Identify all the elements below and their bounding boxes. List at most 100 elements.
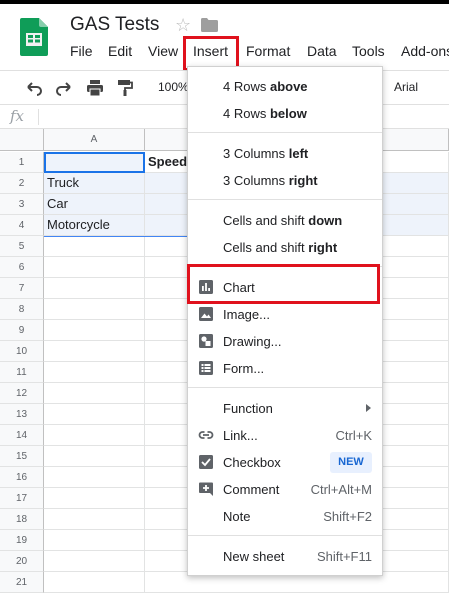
row-header[interactable]: 1 [0,152,44,173]
checkbox-label: Checkbox [223,455,281,470]
grid-cell[interactable] [44,236,145,257]
grid-cell[interactable] [44,446,145,467]
row-header[interactable]: 3 [0,194,44,215]
menu-item-checkbox[interactable]: Checkbox NEW [188,449,382,475]
row-header[interactable]: 12 [0,383,44,404]
select-all-corner[interactable] [0,129,44,151]
drawing-label: Drawing... [223,334,282,349]
menu-item-image[interactable]: Image... [188,301,382,327]
document-title[interactable]: GAS Tests [70,14,159,36]
menu-item-cells-shift-down[interactable]: Cells and shift down [188,207,382,233]
chart-menu-highlight [187,264,380,304]
row-header[interactable]: 2 [0,173,44,194]
menu-item-form[interactable]: Form... [188,355,382,381]
row-header[interactable]: 5 [0,236,44,257]
rows-above-prefix: 4 Rows [223,79,270,94]
comment-shortcut: Ctrl+Alt+M [310,482,372,497]
row-header[interactable]: 8 [0,299,44,320]
menu-item-drawing[interactable]: Drawing... [188,328,382,354]
menu-item-rows-above[interactable]: 4 Rows above [188,73,382,99]
rows-below-prefix: 4 Rows [223,106,270,121]
undo-icon[interactable] [25,79,43,97]
paint-format-icon[interactable] [116,79,134,97]
zoom-select[interactable]: 100% [158,80,189,94]
window-top-edge [0,0,449,4]
menu-item-function[interactable]: Function [188,395,382,421]
row-header[interactable]: 9 [0,320,44,341]
row-header[interactable]: 14 [0,425,44,446]
row-header[interactable]: 4 [0,215,44,236]
row-header[interactable]: 17 [0,488,44,509]
menu-item-link[interactable]: Link... Ctrl+K [188,422,382,448]
grid-cell[interactable] [44,530,145,551]
shift-right-prefix: Cells and shift [223,240,309,255]
menu-item-columns-left[interactable]: 3 Columns left [188,140,382,166]
grid-cell[interactable] [44,404,145,425]
menu-view[interactable]: View [148,43,178,59]
grid-cell[interactable] [44,467,145,488]
sheets-logo-icon[interactable] [20,18,48,56]
menu-item-new-sheet[interactable]: New sheet Shift+F11 [188,543,382,569]
drawing-icon [199,334,213,348]
link-label: Link... [223,428,258,443]
grid-cell[interactable] [44,425,145,446]
star-icon[interactable]: ☆ [175,15,191,36]
comment-icon [199,482,213,496]
print-icon[interactable] [86,79,104,97]
function-label: Function [223,401,273,416]
image-label: Image... [223,307,270,322]
grid-cell[interactable] [44,509,145,530]
column-header-a[interactable]: A [44,129,145,151]
menu-item-note[interactable]: Note Shift+F2 [188,503,382,529]
grid-cell[interactable] [44,572,145,593]
row-header[interactable]: 7 [0,278,44,299]
grid-cell[interactable] [44,299,145,320]
image-icon [199,307,213,321]
rows-above-bold: above [269,79,308,94]
menu-item-rows-below[interactable]: 4 Rows below [188,100,382,126]
menu-data[interactable]: Data [307,43,337,59]
menu-item-columns-right[interactable]: 3 Columns right [188,167,382,193]
row-header[interactable]: 6 [0,257,44,278]
note-label: Note [223,509,251,524]
grid-cell[interactable] [44,257,145,278]
menu-file[interactable]: File [70,43,93,59]
menu-separator [188,199,382,200]
row-header[interactable]: 16 [0,467,44,488]
columns-right-prefix: 3 Columns [223,173,289,188]
submenu-arrow-icon [366,404,371,412]
row-header[interactable]: 18 [0,509,44,530]
font-select[interactable]: Arial [394,80,418,94]
fx-icon: fx [10,107,25,125]
row-header[interactable]: 11 [0,362,44,383]
redo-icon[interactable] [55,79,73,97]
menu-item-comment[interactable]: Comment Ctrl+Alt+M [188,476,382,502]
grid-cell[interactable] [44,383,145,404]
link-icon [198,431,214,439]
shift-right-bold: right [308,240,338,255]
folder-icon[interactable] [201,18,218,32]
grid-cell[interactable] [44,320,145,341]
row-header[interactable]: 10 [0,341,44,362]
comment-label: Comment [223,482,280,497]
row-header[interactable]: 21 [0,572,44,593]
form-icon [199,361,213,375]
menu-item-cells-shift-right[interactable]: Cells and shift right [188,234,382,260]
row-header[interactable]: 13 [0,404,44,425]
spreadsheet-app: GAS Tests ☆ File Edit View Insert Format… [0,0,449,595]
grid-cell[interactable] [44,551,145,572]
menu-format[interactable]: Format [246,43,290,59]
menu-tools[interactable]: Tools [352,43,385,59]
shift-down-prefix: Cells and shift [223,213,309,228]
grid-cell[interactable] [44,278,145,299]
row-header[interactable]: 19 [0,530,44,551]
menu-edit[interactable]: Edit [108,43,132,59]
row-header[interactable]: 20 [0,551,44,572]
shift-down-bold: down [308,213,343,228]
grid-cell[interactable] [44,362,145,383]
grid-cell[interactable] [44,488,145,509]
menu-addons[interactable]: Add-ons [401,43,449,59]
new-badge: NEW [330,452,372,473]
grid-cell[interactable] [44,341,145,362]
row-header[interactable]: 15 [0,446,44,467]
